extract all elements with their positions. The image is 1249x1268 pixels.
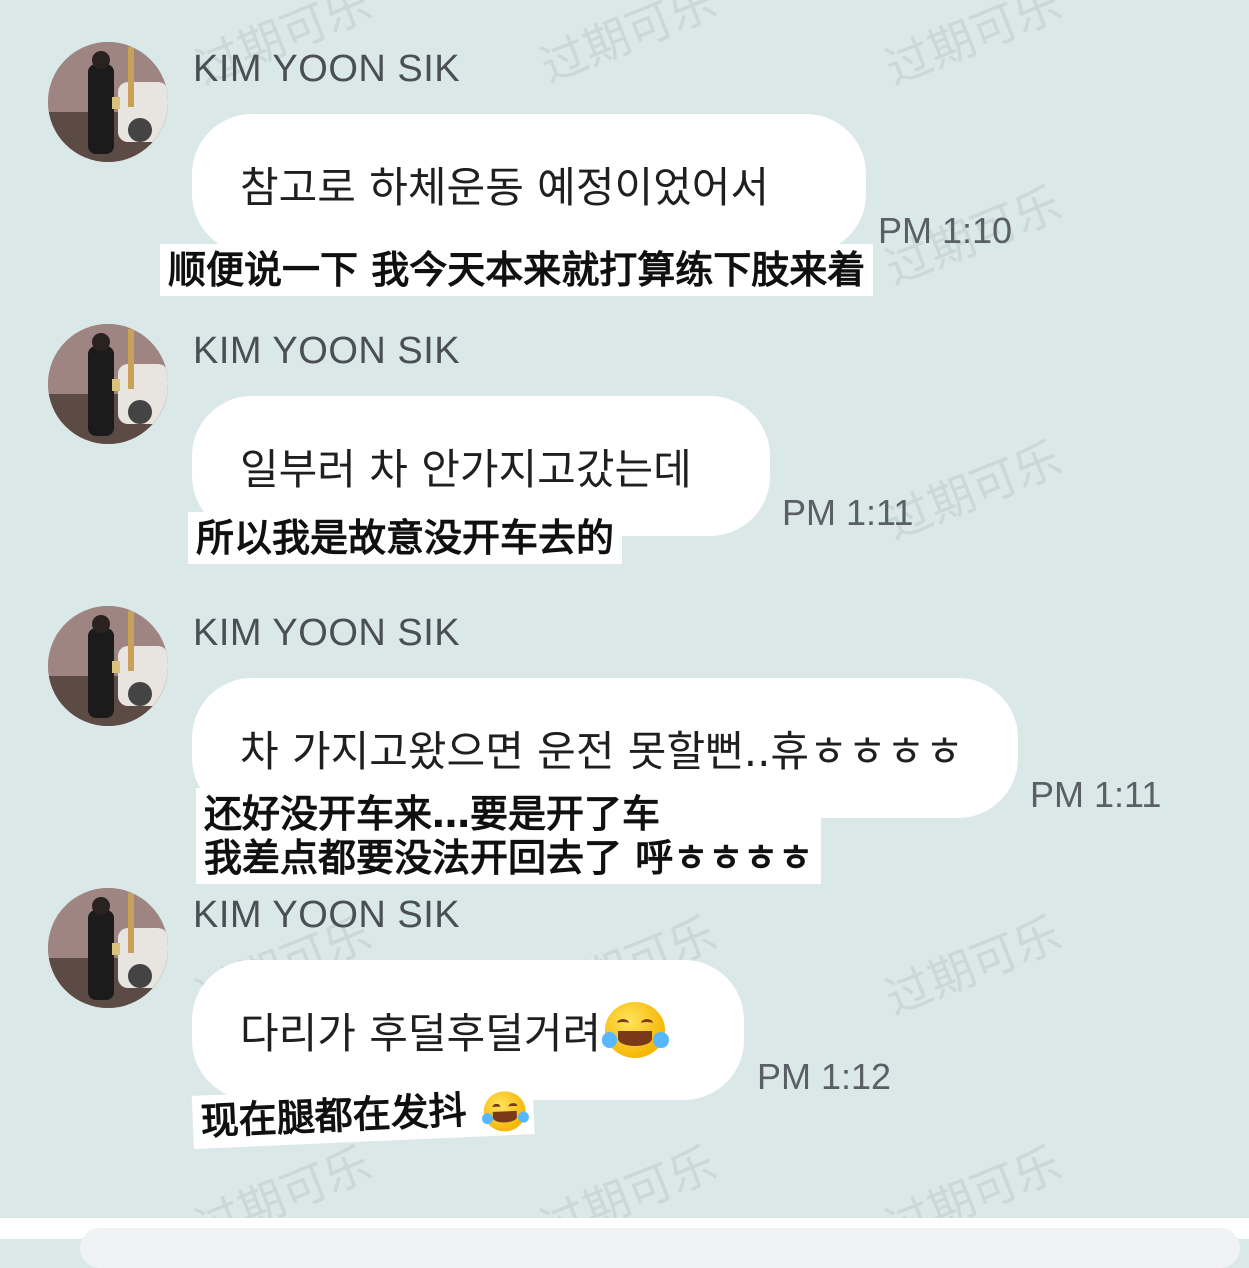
profile-photo xyxy=(48,606,168,726)
sender-name: KIM YOON SIK xyxy=(193,48,461,90)
watermark: 过期可乐 xyxy=(877,906,1069,1026)
translation-caption: 所以我是故意没开车去的 xyxy=(188,512,623,564)
avatar[interactable] xyxy=(48,888,168,1008)
avatar[interactable] xyxy=(48,606,168,726)
caption-line: 我差点都要没法开回去了 呼ㅎㅎㅎㅎ xyxy=(204,836,814,880)
message-bubble[interactable]: 참고로 하체운동 예정이었어서 xyxy=(192,114,866,254)
caption-line: 现在腿都在发抖 xyxy=(199,1088,468,1144)
sender-name: KIM YOON SIK xyxy=(193,894,461,936)
message-time: PM 1:12 xyxy=(757,1056,892,1097)
message-bubble[interactable]: 다리가 후덜후덜거려 xyxy=(192,960,744,1100)
message-input[interactable] xyxy=(80,1228,1240,1268)
face-with-tears-of-joy-icon xyxy=(601,1002,669,1058)
message-text: 차 가지고왔으면 운전 못할뻔..휴ㅎㅎㅎㅎ xyxy=(240,726,964,776)
face-with-tears-of-joy-icon xyxy=(481,1090,529,1132)
message-text: 다리가 후덜후덜거려 xyxy=(240,1008,602,1058)
message-text: 참고로 하체운동 예정이었어서 xyxy=(240,162,770,212)
watermark: 过期可乐 xyxy=(532,0,724,94)
message-time: PM 1:11 xyxy=(782,492,914,533)
sender-name: KIM YOON SIK xyxy=(193,612,461,654)
translation-caption: 还好没开车来…要是开了车 我差点都要没法开回去了 呼ㅎㅎㅎㅎ xyxy=(196,788,822,884)
caption-line: 顺便说一下 我今天本来就打算练下肢来着 xyxy=(168,248,866,292)
profile-photo xyxy=(48,42,168,162)
profile-photo xyxy=(48,888,168,1008)
caption-line: 所以我是故意没开车去的 xyxy=(196,516,615,560)
message-text: 일부러 차 안가지고갔는데 xyxy=(240,444,692,494)
profile-photo xyxy=(48,324,168,444)
caption-line: 还好没开车来…要是开了车 xyxy=(204,792,661,836)
message-time: PM 1:10 xyxy=(878,210,1013,251)
message-time: PM 1:11 xyxy=(1030,774,1162,815)
watermark: 过期可乐 xyxy=(877,0,1069,96)
sender-name: KIM YOON SIK xyxy=(193,330,461,372)
translation-caption: 顺便说一下 我今天本来就打算练下肢来着 xyxy=(160,244,874,296)
avatar[interactable] xyxy=(48,324,168,444)
avatar[interactable] xyxy=(48,42,168,162)
